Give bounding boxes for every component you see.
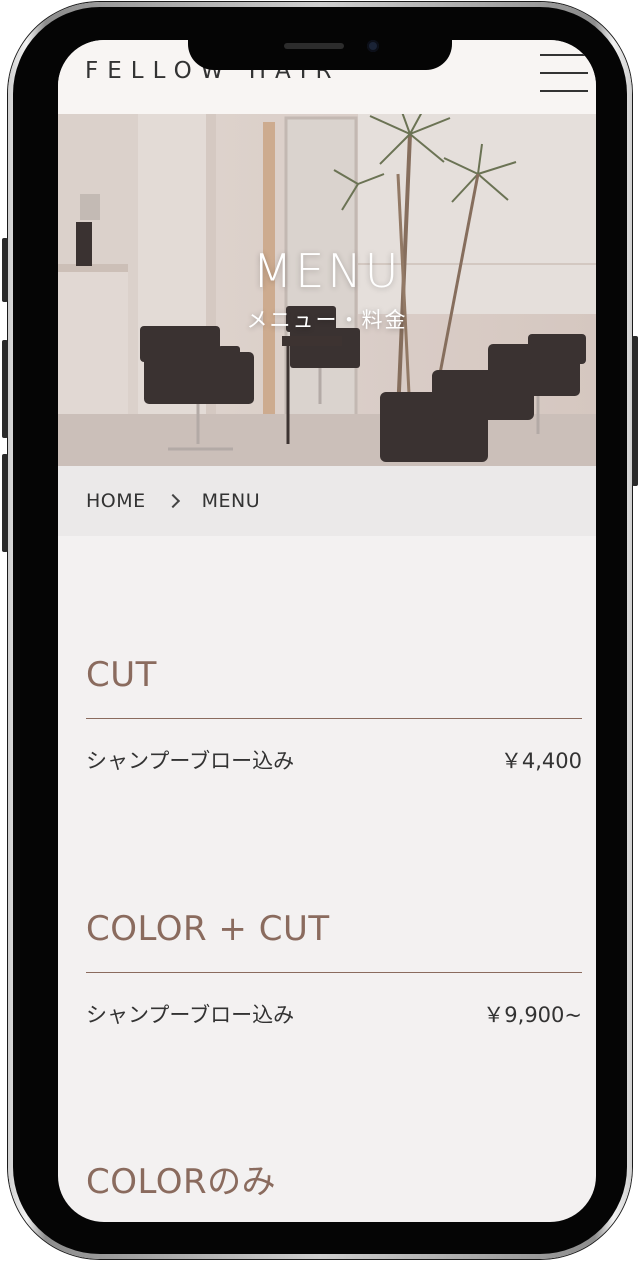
menu-section-cut: CUT シャンプーブロー込み ￥4,400: [86, 646, 582, 775]
breadcrumb-home-link[interactable]: HOME: [86, 490, 146, 512]
section-title: CUT: [86, 655, 157, 695]
breadcrumb-current: MENU: [201, 490, 261, 512]
menu-item-name: シャンプーブロー込み: [86, 1003, 295, 1027]
menu-item-name: シャンプーブロー込み: [86, 749, 295, 773]
phone-notch: [188, 40, 452, 70]
breadcrumb: HOME MENU: [58, 466, 596, 536]
menu-item: シャンプーブロー込み ￥4,400: [86, 745, 582, 775]
section-divider: [86, 972, 582, 973]
chevron-right-icon: [165, 493, 180, 509]
power-button: [632, 336, 638, 486]
phone-screen: FELLOW HAIR MENU メニュー・料金 HOME MENU CUT シ…: [58, 40, 596, 1222]
page-title: MENU: [252, 244, 402, 298]
front-camera: [367, 40, 379, 52]
section-title: COLORのみ: [86, 1162, 277, 1202]
menu-item-price: ￥4,400: [500, 749, 582, 773]
section-title: COLOR + CUT: [86, 909, 330, 949]
menu-section-color-only: COLORのみ: [86, 1153, 582, 1211]
menu-item: シャンプーブロー込み ￥9,900~: [86, 999, 582, 1029]
hero-banner: MENU メニュー・料金: [58, 114, 596, 466]
section-divider: [86, 718, 582, 719]
menu-section-color-cut: COLOR + CUT シャンプーブロー込み ￥9,900~: [86, 900, 582, 1029]
hamburger-menu-icon[interactable]: [540, 54, 588, 92]
volume-down-button: [2, 454, 8, 552]
mute-switch: [2, 238, 8, 302]
page-subtitle: メニュー・料金: [246, 308, 408, 332]
speaker-grille: [284, 43, 344, 49]
volume-up-button: [2, 340, 8, 438]
menu-item-price: ￥9,900~: [483, 1003, 582, 1027]
